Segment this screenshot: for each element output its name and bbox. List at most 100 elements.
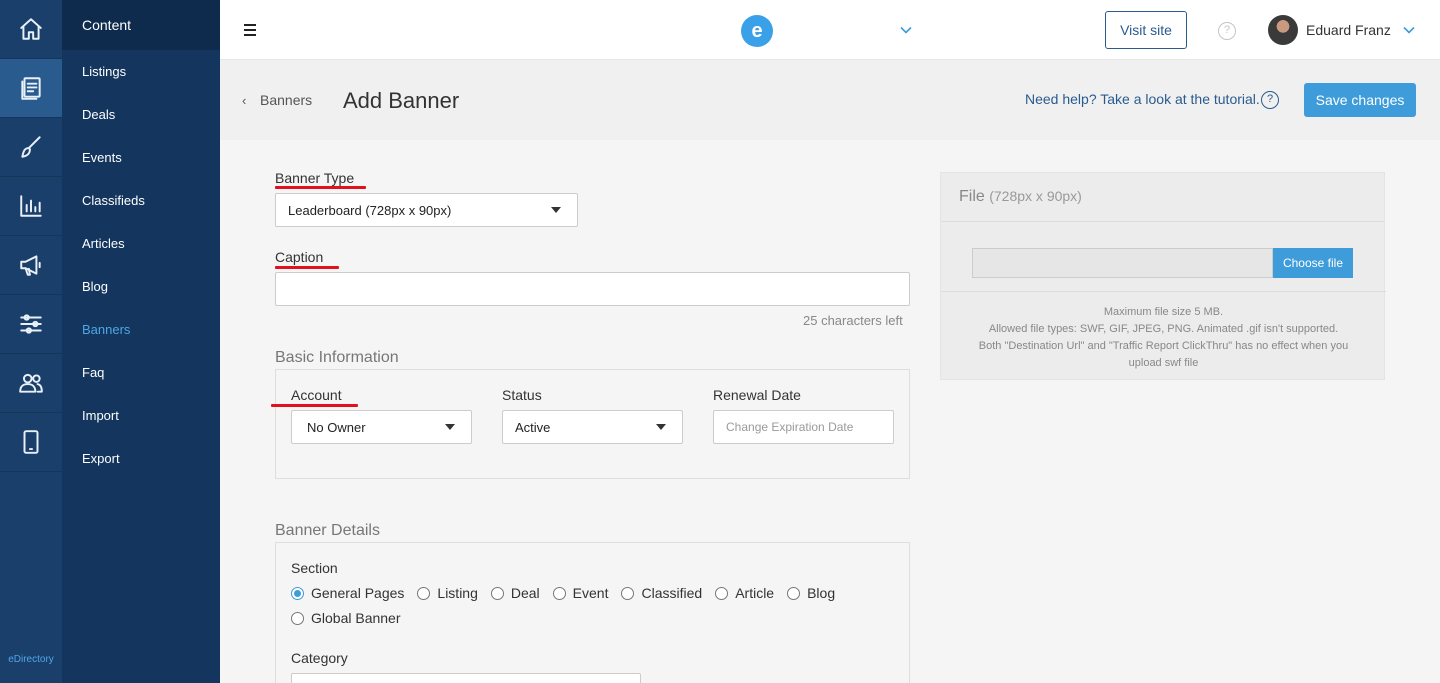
- radio-blog[interactable]: Blog: [787, 585, 835, 601]
- reports-icon: [20, 195, 42, 217]
- subnav-item-banners[interactable]: Banners: [62, 308, 220, 351]
- category-select[interactable]: [291, 673, 641, 683]
- radio-label: Listing: [437, 585, 478, 601]
- radio-label: Article: [735, 585, 775, 601]
- choose-file-button[interactable]: Choose file: [1273, 248, 1353, 278]
- rail-users[interactable]: [0, 354, 62, 413]
- subnav-item-deals[interactable]: Deals: [62, 93, 220, 136]
- radio-label: Event: [572, 585, 609, 601]
- user-chevron-down-icon[interactable]: [1403, 24, 1415, 36]
- caret-down-icon: [445, 424, 455, 430]
- status-select[interactable]: Active: [502, 410, 683, 444]
- banner-type-value: Leaderboard (728px x 90px): [288, 202, 452, 218]
- radio-label: Global Banner: [311, 610, 401, 626]
- subnav-item-export[interactable]: Export: [62, 437, 220, 480]
- radio-label: Classified: [641, 585, 703, 601]
- radio-article[interactable]: Article: [715, 585, 774, 601]
- content-subnav: Content Listings Deals Events Classified…: [62, 0, 220, 683]
- settings-icon: [20, 314, 42, 334]
- file-panel-header: File (728px x 90px): [941, 173, 1384, 222]
- caption-label: Caption: [275, 249, 324, 265]
- radio-event[interactable]: Event: [552, 585, 609, 601]
- subnav-item-classifieds[interactable]: Classifieds: [62, 179, 220, 222]
- tutorial-help-icon[interactable]: ?: [1261, 91, 1279, 109]
- annotation-underline: [275, 266, 339, 269]
- file-note: Maximum file size 5 MB.: [1103, 306, 1224, 318]
- caption-input[interactable]: [275, 272, 910, 306]
- breadcrumb[interactable]: Banners: [260, 92, 312, 108]
- avatar[interactable]: [1268, 15, 1298, 45]
- account-select[interactable]: No Owner: [291, 410, 472, 444]
- rail-design[interactable]: [0, 118, 62, 177]
- save-changes-button[interactable]: Save changes: [1304, 83, 1416, 117]
- radio-label: Deal: [510, 585, 540, 601]
- caption-char-count: 25 characters left: [803, 313, 903, 328]
- content-icon: [21, 77, 41, 100]
- page-title: Add Banner: [343, 88, 460, 113]
- subnav-item-import[interactable]: Import: [62, 394, 220, 437]
- page-header: ‹ Banners Add Banner Need help? Take a l…: [220, 60, 1440, 140]
- radio-label: General Pages: [311, 585, 405, 601]
- file-size-hint: (728px x 90px): [989, 188, 1082, 204]
- home-icon: [20, 18, 42, 40]
- subnav-item-listings[interactable]: Listings: [62, 50, 220, 93]
- section-radio-group: General Pages Listing Deal Event Classif…: [291, 585, 848, 601]
- banner-details-title: Banner Details: [275, 522, 380, 539]
- annotation-underline: [271, 404, 358, 407]
- file-notes: Maximum file size 5 MB. Allowed file typ…: [961, 304, 1366, 372]
- file-upload-panel: File (728px x 90px) Choose file Maximum …: [940, 172, 1386, 380]
- status-label: Status: [502, 387, 542, 403]
- help-icon[interactable]: ?: [1218, 22, 1236, 40]
- radio-global-banner[interactable]: Global Banner: [291, 610, 401, 626]
- rail-home[interactable]: [0, 0, 62, 59]
- subnav-item-faq[interactable]: Faq: [62, 351, 220, 394]
- brush-icon: [21, 136, 41, 158]
- radio-general-pages[interactable]: General Pages: [291, 585, 404, 601]
- subnav-item-events[interactable]: Events: [62, 136, 220, 179]
- section-radio-group-row2: Global Banner: [291, 610, 414, 626]
- caret-down-icon: [551, 207, 561, 213]
- rail-promote[interactable]: [0, 236, 62, 295]
- account-value: No Owner: [307, 419, 366, 435]
- divider: [941, 291, 1386, 292]
- banner-type-select[interactable]: Leaderboard (728px x 90px): [275, 193, 578, 227]
- rail-settings[interactable]: [0, 295, 62, 354]
- radio-classified[interactable]: Classified: [621, 585, 702, 601]
- renewal-date-label: Renewal Date: [713, 387, 801, 403]
- category-label: Category: [291, 650, 348, 666]
- top-bar: e Visit site ? Eduard Franz: [220, 0, 1440, 60]
- banner-type-label: Banner Type: [275, 170, 355, 186]
- promote-icon: [20, 255, 41, 276]
- logo[interactable]: e: [741, 15, 773, 47]
- subnav-item-articles[interactable]: Articles: [62, 222, 220, 265]
- users-icon: [19, 373, 43, 393]
- file-path-field[interactable]: [972, 248, 1273, 278]
- mobile-icon: [23, 430, 39, 454]
- icon-rail: eDirectory: [0, 0, 62, 683]
- menu-icon[interactable]: [244, 24, 256, 36]
- rail-reports[interactable]: [0, 177, 62, 236]
- subnav-item-blog[interactable]: Blog: [62, 265, 220, 308]
- section-label: Section: [291, 560, 338, 576]
- file-title: File: [959, 188, 985, 205]
- brand-label: eDirectory: [8, 654, 54, 665]
- annotation-underline: [275, 186, 366, 189]
- radio-label: Blog: [807, 585, 836, 601]
- back-chevron-icon[interactable]: ‹: [242, 93, 246, 108]
- subnav-header: Content: [62, 0, 220, 50]
- status-value: Active: [515, 419, 551, 435]
- renewal-date-input[interactable]: [713, 410, 894, 444]
- rail-content[interactable]: [0, 59, 62, 118]
- caret-down-icon: [656, 424, 666, 430]
- user-name[interactable]: Eduard Franz: [1306, 22, 1391, 38]
- radio-listing[interactable]: Listing: [417, 585, 478, 601]
- file-note: Both "Destination Url" and "Traffic Repo…: [978, 340, 1349, 369]
- basic-info-title: Basic Information: [275, 349, 399, 366]
- tutorial-link[interactable]: Need help? Take a look at the tutorial.: [1025, 91, 1260, 107]
- visit-site-button[interactable]: Visit site: [1105, 11, 1187, 49]
- radio-deal[interactable]: Deal: [490, 585, 540, 601]
- file-note: Allowed file types: SWF, GIF, JPEG, PNG.…: [988, 323, 1339, 335]
- chevron-down-icon[interactable]: [900, 24, 912, 36]
- account-label: Account: [291, 387, 342, 403]
- rail-mobile[interactable]: [0, 413, 62, 472]
